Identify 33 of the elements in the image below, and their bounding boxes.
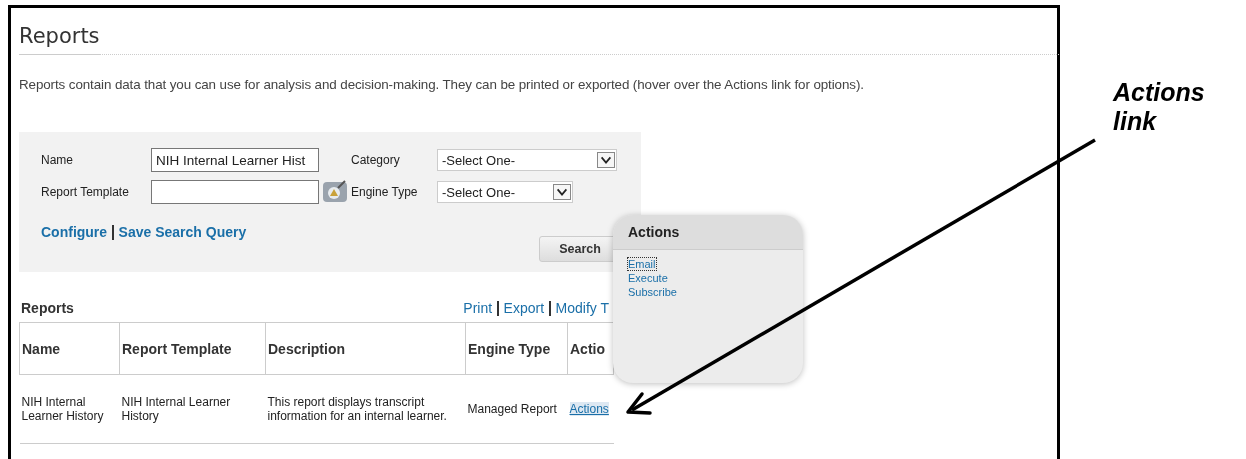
template-field[interactable] (151, 180, 319, 204)
field-label: Engine Type (351, 185, 418, 199)
page-title: Reports (19, 8, 100, 55)
table-cell: This report displays transcript information for an internal learner. (265, 374, 466, 444)
intro-text: Reports contain data that you can use for analysis and decision-making. They can be printed or exported (hover over the Actions link for options). (19, 77, 864, 92)
select-field[interactable]: -Select One- (437, 149, 617, 171)
toolbar-link[interactable]: Export (503, 300, 545, 316)
toolbar-link[interactable]: Modify T (555, 300, 609, 316)
panel-link[interactable]: Configure (41, 224, 108, 240)
popup-menu-item[interactable]: Email (628, 258, 656, 270)
column-header: Name (19, 322, 120, 375)
actions-link[interactable]: Actions (569, 401, 609, 416)
table-cell: NIH Internal Learner History (119, 374, 266, 444)
field-label: Name (41, 153, 73, 167)
panel-link[interactable]: Save Search Query (118, 224, 247, 240)
select-field[interactable]: -Select One- (437, 181, 573, 203)
picker-icon[interactable] (322, 180, 348, 204)
field-label: Report Template (41, 185, 129, 199)
popup-title: Actions (613, 215, 803, 250)
column-header: Engine Type (465, 322, 568, 375)
caret-icon (553, 184, 571, 200)
field-label: Category (351, 153, 400, 167)
column-header: Report Template (119, 322, 266, 375)
toolbar-link[interactable]: Print (463, 300, 493, 316)
name-field[interactable]: NIH Internal Learner Hist (151, 148, 319, 172)
annotation-text: Actions link (1113, 78, 1206, 136)
popup-menu-item[interactable]: Subscribe (628, 286, 677, 298)
caret-icon (597, 152, 615, 168)
table-cell: Managed Report (465, 374, 568, 444)
section-title: Reports (21, 300, 74, 316)
table-cell: NIH Internal Learner History (19, 374, 120, 444)
popup-menu-item[interactable]: Execute (628, 272, 668, 284)
column-header: Description (265, 322, 466, 375)
